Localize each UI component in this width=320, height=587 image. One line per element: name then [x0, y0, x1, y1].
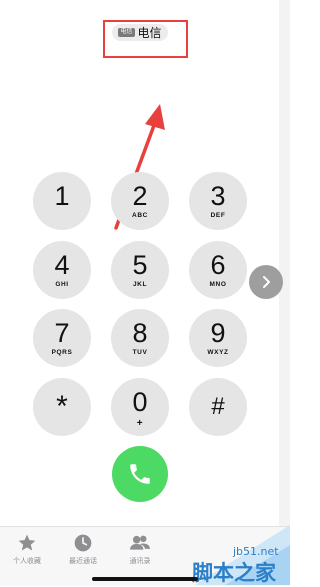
key-letters: JKL	[132, 280, 148, 288]
key-digit: *	[56, 390, 68, 423]
key-4[interactable]: 4 GHI	[33, 241, 91, 299]
key-letters: GHI	[55, 280, 69, 288]
key-hash[interactable]: #	[189, 378, 247, 436]
star-icon	[18, 534, 36, 551]
key-letters: WXYZ	[207, 348, 229, 356]
watermark-name: 脚本之家	[192, 561, 276, 585]
key-digit: 9	[210, 317, 226, 348]
tab-recents[interactable]: 最近通话	[58, 533, 108, 566]
key-letters: +	[136, 417, 144, 429]
key-digit: 0	[132, 386, 148, 417]
tab-favorites[interactable]: 个人收藏	[2, 533, 52, 566]
key-3[interactable]: 3 DEF	[189, 172, 247, 230]
home-indicator[interactable]	[92, 577, 198, 581]
tab-label: 最近通话	[69, 558, 97, 565]
key-letters: ABC	[132, 211, 148, 219]
key-2[interactable]: 2 ABC	[111, 172, 169, 230]
key-1[interactable]: 1	[33, 172, 91, 230]
key-8[interactable]: 8 TUV	[111, 309, 169, 367]
key-digit: 1	[54, 180, 70, 211]
side-nav-button[interactable]	[249, 265, 283, 299]
key-star[interactable]: *	[33, 378, 91, 436]
key-letters: PQRS	[51, 348, 73, 356]
contacts-icon	[130, 535, 150, 550]
key-5[interactable]: 5 JKL	[111, 241, 169, 299]
key-digit: #	[211, 393, 225, 420]
phone-icon	[130, 464, 150, 484]
key-digit: 6	[210, 249, 226, 280]
clock-icon	[74, 534, 92, 552]
key-digit: 7	[54, 317, 70, 348]
call-button[interactable]	[112, 446, 168, 502]
key-digit: 8	[132, 317, 148, 348]
key-7[interactable]: 7 PQRS	[33, 309, 91, 367]
key-digit: 3	[210, 180, 226, 211]
key-letters: MNO	[209, 280, 227, 288]
tab-label: 个人收藏	[13, 558, 41, 565]
key-0[interactable]: 0 +	[111, 378, 169, 436]
key-digit: 4	[54, 249, 70, 280]
tab-label: 通讯录	[129, 558, 151, 565]
chevron-right-icon	[263, 276, 270, 288]
tab-contacts[interactable]: 通讯录	[115, 533, 165, 566]
key-letters: DEF	[210, 211, 226, 219]
key-letters: TUV	[132, 348, 148, 356]
key-digit: 5	[132, 249, 148, 280]
key-9[interactable]: 9 WXYZ	[189, 309, 247, 367]
key-6[interactable]: 6 MNO	[189, 241, 247, 299]
key-digit: 2	[132, 180, 148, 211]
